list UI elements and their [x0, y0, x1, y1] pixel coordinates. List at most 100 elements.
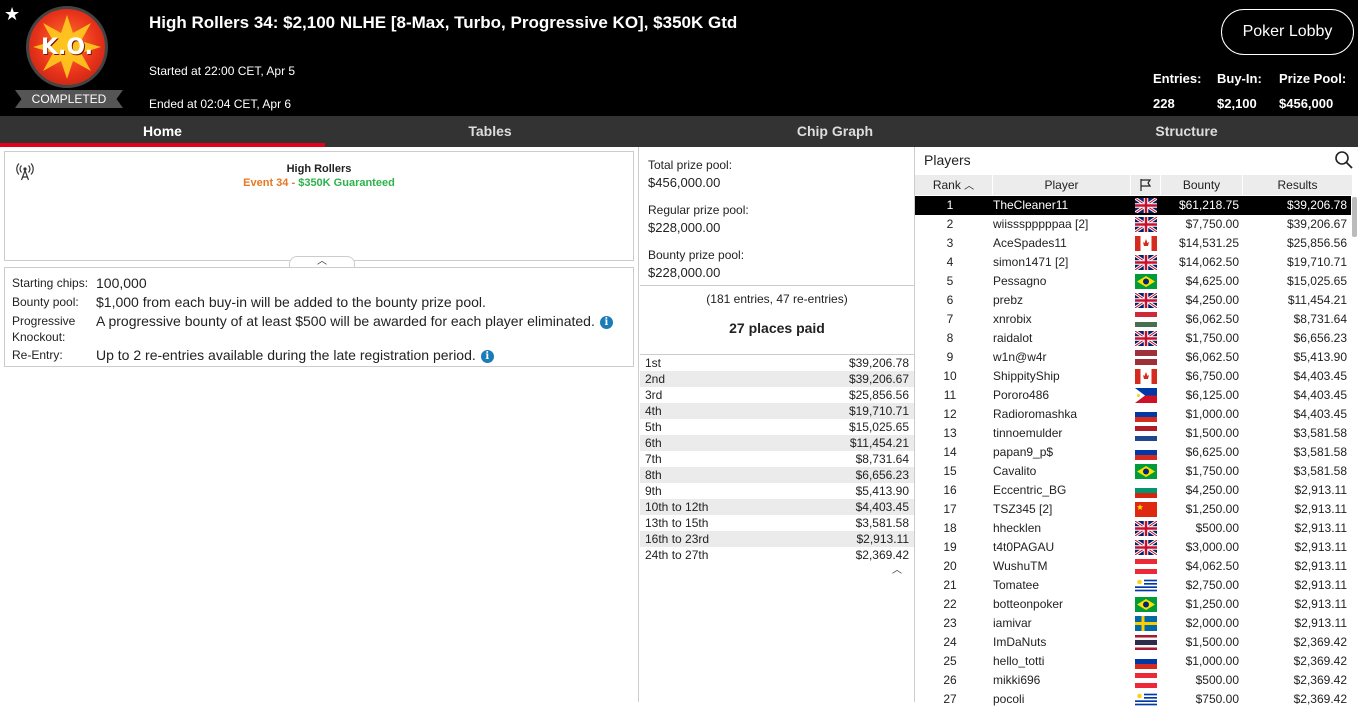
tab-chip-graph[interactable]: Chip Graph	[655, 116, 1015, 147]
player-row[interactable]: 20 WushuTM $4,062.50 $2,913.11	[915, 557, 1351, 576]
payout-row: 4th $19,710.71	[640, 403, 914, 419]
player-result: $3,581.58	[1293, 464, 1347, 478]
player-result: $2,913.11	[1294, 521, 1348, 535]
reentry-label: Re-Entry:	[12, 348, 63, 362]
player-row[interactable]: 23 iamivar $2,000.00 $2,913.11	[915, 614, 1351, 633]
player-result: $6,656.23	[1293, 331, 1347, 345]
player-bounty: $750.00	[1195, 692, 1239, 706]
player-bounty: $14,531.25	[1178, 236, 1239, 250]
payout-row: 5th $15,025.65	[640, 419, 914, 435]
player-row[interactable]: 11 Pororo486 $6,125.00 $4,403.45	[915, 386, 1351, 405]
player-name: wiissspppppaa [2]	[993, 217, 1089, 231]
player-rank: 4	[946, 255, 954, 269]
buyin-label: Buy-In:	[1217, 71, 1262, 86]
favorite-star-icon[interactable]: ★	[4, 4, 20, 25]
player-row[interactable]: 16 Eccentric_BG $4,250.00 $2,913.11	[915, 481, 1351, 500]
results-column-header[interactable]: Results	[1243, 175, 1353, 195]
player-result: $5,413.90	[1293, 350, 1347, 364]
player-row[interactable]: 25 hello_totti $1,000.00 $2,369.42	[915, 652, 1351, 671]
player-name: prebz	[993, 293, 1024, 307]
prizepool-value: $456,000	[1279, 96, 1334, 111]
player-name: hello_totti	[993, 654, 1045, 668]
country-column-header[interactable]	[1131, 175, 1161, 195]
player-name: Eccentric_BG	[993, 483, 1067, 497]
player-row[interactable]: 10 ShippityShip $6,750.00 $4,403.45	[915, 367, 1351, 386]
player-rank: 1	[946, 198, 954, 212]
player-row[interactable]: 14 papan9_p$ $6,625.00 $3,581.58	[915, 443, 1351, 462]
player-row[interactable]: 26 mikki696 $500.00 $2,369.42	[915, 671, 1351, 690]
player-rank: 5	[946, 274, 954, 288]
payout-row: 10th to 12th $4,403.45	[640, 499, 914, 515]
player-rank: 15	[943, 464, 957, 478]
info-icon[interactable]: i	[599, 316, 613, 329]
bounty-column-header[interactable]: Bounty	[1161, 175, 1243, 195]
player-result: $2,913.11	[1294, 578, 1348, 592]
player-row[interactable]: 19 t4t0PAGAU $3,000.00 $2,913.11	[915, 538, 1351, 557]
player-row[interactable]: 3 AceSpades11 $14,531.25 $25,856.56	[915, 234, 1351, 253]
payout-place: 4th	[645, 404, 662, 418]
payout-row: 8th $6,656.23	[640, 467, 914, 483]
payout-amount: $19,710.71	[848, 404, 909, 418]
collapse-banner-button[interactable]: ︿	[289, 256, 355, 267]
info-icon[interactable]: i	[480, 350, 494, 363]
player-rank: 3	[946, 236, 954, 250]
start-time: Started at 22:00 CET, Apr 5	[149, 64, 296, 78]
player-row[interactable]: 13 tinnoemulder $1,500.00 $3,581.58	[915, 424, 1351, 443]
player-name: hhecklen	[993, 521, 1042, 535]
player-row[interactable]: 18 hhecklen $500.00 $2,913.11	[915, 519, 1351, 538]
player-result: $25,856.56	[1286, 236, 1347, 250]
player-rank: 12	[943, 407, 957, 421]
player-rank: 18	[943, 521, 957, 535]
payout-place: 6th	[645, 436, 662, 450]
tab-tables[interactable]: Tables	[325, 116, 655, 147]
player-row[interactable]: 2 wiissspppppaa [2] $7,750.00 $39,206.67	[915, 215, 1351, 234]
player-bounty: $1,000.00	[1185, 654, 1239, 668]
regular-prize-pool-value: $228,000.00	[648, 220, 721, 235]
player-name: ShippityShip	[993, 369, 1060, 383]
player-rank: 19	[943, 540, 957, 554]
player-row[interactable]: 9 w1n@w4r $6,062.50 $5,413.90	[915, 348, 1351, 367]
bounty-pool-label: Bounty pool:	[12, 295, 79, 309]
player-row[interactable]: 15 Cavalito $1,750.00 $3,581.58	[915, 462, 1351, 481]
player-row[interactable]: 8 raidalot $1,750.00 $6,656.23	[915, 329, 1351, 348]
player-bounty: $6,625.00	[1185, 445, 1239, 459]
player-rank: 6	[946, 293, 954, 307]
rank-column-header[interactable]: Rank ︿	[915, 175, 993, 195]
search-icon[interactable]	[1334, 150, 1354, 170]
collapse-payouts-button[interactable]: ︿	[892, 561, 902, 576]
progressive-value: A progressive bounty of at least $500 wi…	[96, 313, 595, 329]
player-row[interactable]: 24 ImDaNuts $1,500.00 $2,369.42	[915, 633, 1351, 652]
player-bounty: $1,750.00	[1185, 331, 1239, 345]
player-row[interactable]: 27 pocoli $750.00 $2,369.42	[915, 690, 1351, 709]
player-rank: 17	[943, 502, 957, 516]
player-result: $4,403.45	[1293, 388, 1347, 402]
player-row[interactable]: 1 TheCleaner11 $61,218.75 $39,206.78	[915, 196, 1351, 215]
player-row[interactable]: 7 xnrobix $6,062.50 $8,731.64	[915, 310, 1351, 329]
player-row[interactable]: 21 Tomatee $2,750.00 $2,913.11	[915, 576, 1351, 595]
player-bounty: $6,750.00	[1185, 369, 1239, 383]
player-row[interactable]: 22 botteonpoker $1,250.00 $2,913.11	[915, 595, 1351, 614]
player-row[interactable]: 17 TSZ345 [2] $1,250.00 $2,913.11	[915, 500, 1351, 519]
payout-row: 6th $11,454.21	[640, 435, 914, 451]
player-rank: 25	[943, 654, 957, 668]
tab-structure[interactable]: Structure	[1015, 116, 1358, 147]
player-bounty: $4,625.00	[1185, 274, 1239, 288]
reentry-value-row: Up to 2 re-entries available during the …	[96, 347, 494, 363]
player-row[interactable]: 6 prebz $4,250.00 $11,454.21	[915, 291, 1351, 310]
player-bounty: $6,062.50	[1185, 312, 1239, 326]
poker-lobby-button[interactable]: Poker Lobby	[1221, 9, 1354, 55]
event-guarantee: $350K Guaranteed	[298, 177, 395, 189]
player-rank: 20	[943, 559, 957, 573]
player-rank: 9	[946, 350, 954, 364]
payout-row: 9th $5,413.90	[640, 483, 914, 499]
player-row[interactable]: 4 simon1471 [2] $14,062.50 $19,710.71	[915, 253, 1351, 272]
player-row[interactable]: 5 Pessagno $4,625.00 $15,025.65	[915, 272, 1351, 291]
player-name: mikki696	[993, 673, 1041, 687]
player-name: Cavalito	[993, 464, 1037, 478]
scrollbar[interactable]	[1352, 197, 1357, 237]
payout-row: 24th to 27th $2,369.42	[640, 547, 914, 563]
starting-chips-label: Starting chips:	[12, 276, 89, 290]
player-column-header[interactable]: Player	[993, 175, 1131, 195]
player-row[interactable]: 12 Radioromashka $1,000.00 $4,403.45	[915, 405, 1351, 424]
player-result: $39,206.67	[1286, 217, 1347, 231]
